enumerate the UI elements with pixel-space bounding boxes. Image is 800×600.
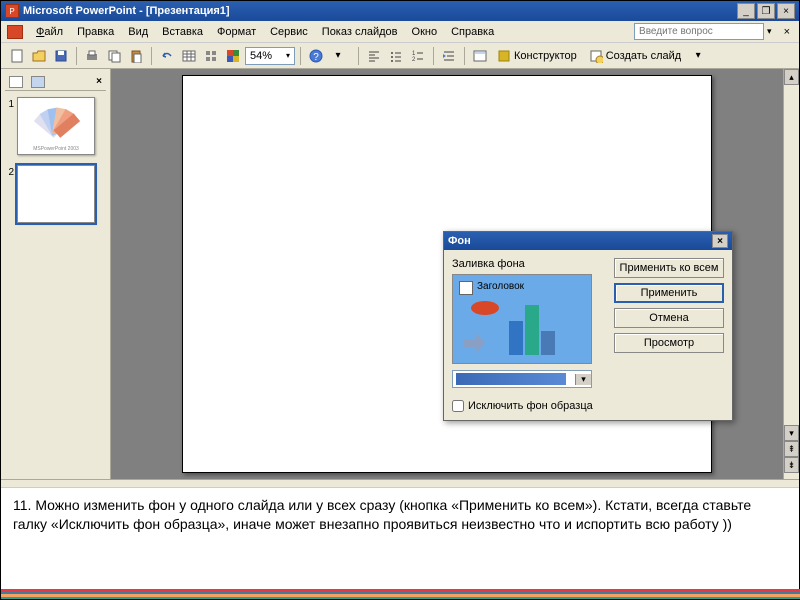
- restore-button[interactable]: ❐: [757, 3, 775, 19]
- zoom-value: 54%: [250, 50, 272, 62]
- scroll-down-icon[interactable]: ▾: [784, 425, 799, 441]
- fill-group-label: Заливка фона: [452, 258, 606, 270]
- app-icon: P: [5, 4, 19, 18]
- menu-window[interactable]: Окно: [405, 24, 445, 40]
- background-dialog: Фон × Заливка фона Заголовок: [443, 231, 733, 421]
- zoom-dropdown-icon[interactable]: ▾: [286, 51, 290, 60]
- window-title: Microsoft PowerPoint - [Презентация1]: [23, 5, 737, 17]
- titlebar: P Microsoft PowerPoint - [Презентация1] …: [1, 1, 799, 21]
- slide-panel: × 1 MSPowerPoint 2003: [1, 69, 111, 479]
- menu-insert[interactable]: Вставка: [155, 24, 210, 40]
- doc-close-button[interactable]: ×: [781, 26, 793, 38]
- standard-toolbar: 54% ▾ ? ▾ 12 Конструктор Создать слайд ▾: [1, 43, 799, 69]
- fill-color-dropdown[interactable]: ▾: [452, 370, 592, 388]
- slide-thumb-2-row: 2: [5, 165, 106, 223]
- thumb1-caption: MSPowerPoint 2003: [18, 146, 94, 152]
- svg-text:2: 2: [412, 57, 416, 63]
- table-icon[interactable]: [179, 46, 199, 66]
- designer-button[interactable]: Конструктор: [492, 46, 582, 66]
- dialog-close-icon[interactable]: ×: [712, 234, 728, 248]
- fill-preview: Заголовок: [452, 274, 592, 364]
- menu-format[interactable]: Формат: [210, 24, 263, 40]
- svg-text:?: ?: [313, 52, 319, 63]
- save-icon[interactable]: [51, 46, 71, 66]
- decorative-stripes: [1, 589, 800, 599]
- align-left-icon[interactable]: [364, 46, 384, 66]
- menu-service[interactable]: Сервис: [263, 24, 315, 40]
- preview-button[interactable]: Просмотр: [614, 333, 724, 353]
- preview-fish-icon: [471, 301, 499, 315]
- help-search-input[interactable]: [634, 23, 764, 40]
- doc-icon: [7, 25, 23, 39]
- preview-bar-icon: [541, 331, 555, 355]
- outline-tab-icon[interactable]: [9, 76, 23, 88]
- edit-area: Фон × Заливка фона Заголовок: [111, 69, 783, 479]
- zoom-combo[interactable]: 54% ▾: [245, 47, 295, 65]
- menu-slideshow[interactable]: Показ слайдов: [315, 24, 405, 40]
- paste-icon[interactable]: [126, 46, 146, 66]
- workspace: × 1 MSPowerPoint 2003: [1, 69, 799, 479]
- exclude-master-row: Исключить фон образца: [444, 396, 732, 420]
- cancel-button[interactable]: Отмена: [614, 308, 724, 328]
- layout-icon[interactable]: [470, 46, 490, 66]
- vertical-scrollbar[interactable]: ▴ ▾ ⇞ ⇟: [783, 69, 799, 479]
- instruction-text: 11. Можно изменить фон у одного слайда и…: [1, 487, 799, 542]
- slide-thumb-1[interactable]: MSPowerPoint 2003: [17, 97, 95, 155]
- panel-close-icon[interactable]: ×: [96, 76, 102, 87]
- notes-divider[interactable]: [1, 479, 799, 487]
- preview-title-label: Заголовок: [477, 281, 524, 292]
- preview-arrow-icon: [463, 333, 485, 353]
- slide-2-number: 2: [5, 165, 17, 178]
- minimize-button[interactable]: _: [737, 3, 755, 19]
- more-icon[interactable]: ▾: [328, 46, 348, 66]
- grid-icon[interactable]: [201, 46, 221, 66]
- slide-thumb-1-row: 1 MSPowerPoint 2003: [5, 97, 106, 155]
- undo-icon[interactable]: [157, 46, 177, 66]
- apply-all-button[interactable]: Применить ко всем: [614, 258, 724, 278]
- dialog-title: Фон: [448, 235, 471, 247]
- exclude-master-label: Исключить фон образца: [468, 400, 593, 412]
- menu-file[interactable]: Файл: [29, 24, 70, 40]
- preview-bar-icon: [525, 305, 539, 355]
- indent-icon[interactable]: [439, 46, 459, 66]
- color-dropdown-icon[interactable]: ▾: [575, 374, 591, 385]
- color-icon[interactable]: [223, 46, 243, 66]
- toolbar-more-icon[interactable]: ▾: [688, 46, 708, 66]
- copy-icon[interactable]: [104, 46, 124, 66]
- new-slide-label: Создать слайд: [606, 50, 681, 62]
- menu-file-label: айл: [44, 26, 63, 38]
- numbered-icon[interactable]: 12: [408, 46, 428, 66]
- open-icon[interactable]: [29, 46, 49, 66]
- window-controls: _ ❐ ×: [737, 3, 795, 19]
- menu-edit[interactable]: Правка: [70, 24, 121, 40]
- preview-cube-icon: [459, 281, 473, 295]
- scroll-up-icon[interactable]: ▴: [784, 69, 799, 85]
- menubar: Файл Правка Вид Вставка Формат Сервис По…: [1, 21, 799, 43]
- help-icon[interactable]: ?: [306, 46, 326, 66]
- designer-label: Конструктор: [514, 50, 577, 62]
- slide-canvas[interactable]: Фон × Заливка фона Заголовок: [182, 75, 712, 473]
- bullets-icon[interactable]: [386, 46, 406, 66]
- new-slide-button[interactable]: Создать слайд: [584, 46, 686, 66]
- menu-help[interactable]: Справка: [444, 24, 501, 40]
- apply-button[interactable]: Применить: [614, 283, 724, 303]
- panel-tabs: ×: [5, 73, 106, 91]
- menu-view[interactable]: Вид: [121, 24, 155, 40]
- exclude-master-checkbox[interactable]: [452, 400, 464, 412]
- dialog-titlebar[interactable]: Фон ×: [444, 232, 732, 250]
- slide-1-number: 1: [5, 97, 17, 110]
- color-swatch: [456, 373, 566, 385]
- close-button[interactable]: ×: [777, 3, 795, 19]
- preview-bar-icon: [509, 321, 523, 355]
- prev-slide-icon[interactable]: ⇞: [784, 441, 799, 457]
- new-icon[interactable]: [7, 46, 27, 66]
- dropdown-icon[interactable]: ▾: [764, 26, 775, 37]
- next-slide-icon[interactable]: ⇟: [784, 457, 799, 473]
- slides-tab-icon[interactable]: [31, 76, 45, 88]
- print-icon[interactable]: [82, 46, 102, 66]
- slide-thumb-2[interactable]: [17, 165, 95, 223]
